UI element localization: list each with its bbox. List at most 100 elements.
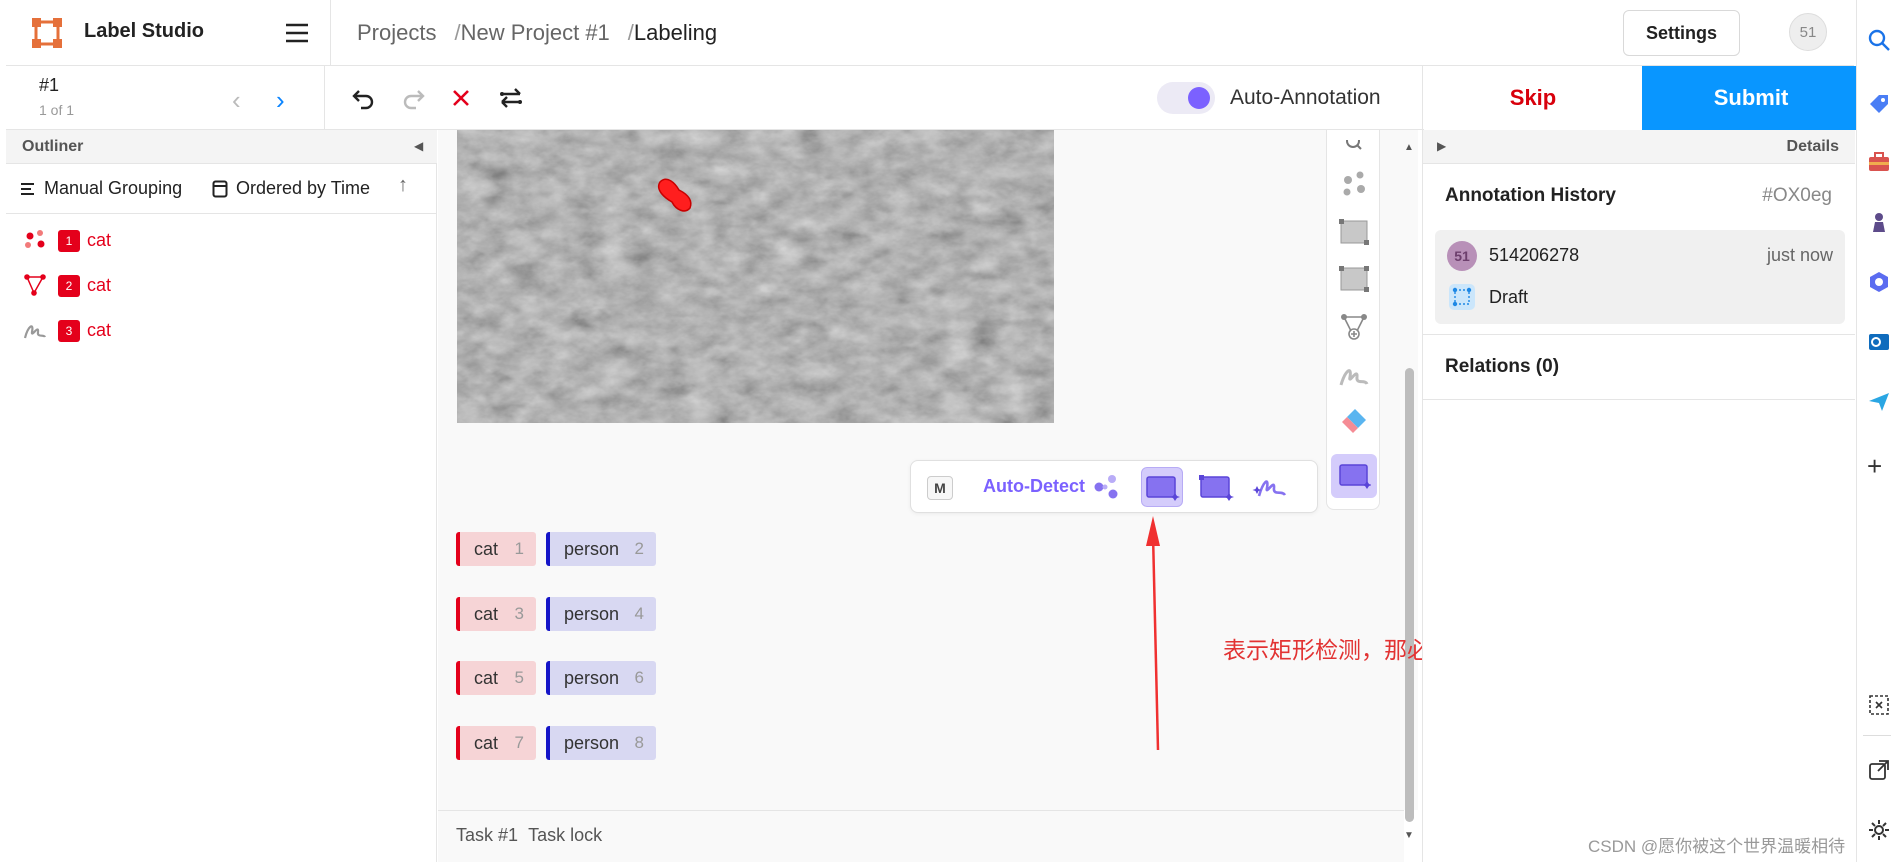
prev-task-icon[interactable]: ‹	[232, 85, 241, 116]
next-task-icon[interactable]: ›	[276, 85, 285, 116]
region-number: 2	[58, 275, 80, 297]
grouping-label: Manual Grouping	[44, 178, 183, 198]
region-item[interactable]: 2 cat	[6, 263, 437, 307]
region-label: cat	[87, 275, 112, 295]
label-chip-person[interactable]: person 4	[546, 597, 656, 631]
region-item[interactable]: 1 cat	[6, 218, 437, 262]
auto-rect-tool-icon[interactable]	[1331, 454, 1377, 498]
label-chip-cat[interactable]: cat 5	[456, 661, 536, 695]
collapse-left-icon[interactable]: ◀	[414, 139, 423, 153]
task-image[interactable]	[457, 130, 1054, 423]
copilot-icon[interactable]	[1867, 270, 1891, 294]
chip-text: person	[564, 603, 620, 624]
polygon-tool-icon[interactable]	[1337, 310, 1371, 344]
tag-icon[interactable]	[1867, 92, 1891, 116]
task-number: Task #1	[456, 825, 519, 845]
top-header: Label Studio Projects/New Project #1/Lab…	[6, 0, 1854, 66]
scroll-up-icon[interactable]: ▲	[1404, 142, 1414, 153]
auto-detect-label: Auto-Detect	[983, 476, 1085, 496]
brush-tool-icon[interactable]	[1337, 358, 1371, 392]
auto-detect-toolbar: M Auto-Detect	[910, 460, 1318, 513]
header-divider	[330, 0, 331, 66]
zoom-icon[interactable]	[1337, 130, 1371, 164]
user-avatar[interactable]: 51	[1789, 13, 1827, 51]
auto-rectangle-icon[interactable]	[1141, 467, 1183, 507]
external-link-icon[interactable]	[1867, 758, 1891, 782]
swap-icon[interactable]	[496, 83, 526, 113]
chip-text: cat	[474, 732, 499, 753]
undo-icon[interactable]	[349, 83, 379, 113]
section-divider	[1423, 399, 1855, 400]
outlook-icon[interactable]	[1867, 330, 1891, 354]
chip-hotkey: 4	[634, 604, 644, 623]
canvas-footer: Task #1 Task lock	[438, 810, 1404, 862]
outliner-panel: Outliner ◀ Manual Grouping Ordered by Ti…	[6, 130, 437, 862]
task-lock: Task lock	[528, 825, 603, 845]
draft-status: Draft	[1489, 287, 1529, 307]
history-user-name: 514206278	[1489, 245, 1580, 265]
label-chip-person[interactable]: person 6	[546, 661, 656, 695]
relations-title[interactable]: Relations (0)	[1445, 356, 1559, 378]
region-item[interactable]: 3 cat	[6, 308, 437, 352]
label-chip-person[interactable]: person 8	[546, 726, 656, 760]
browser-sidebar: +	[1856, 0, 1895, 862]
gear-icon[interactable]	[1867, 818, 1891, 842]
ordering-dropdown[interactable]: Ordered by Time	[212, 178, 370, 199]
auto-rectangle-3point-icon[interactable]	[1195, 467, 1237, 507]
list-icon	[21, 182, 34, 195]
eraser-tool-icon[interactable]	[1337, 404, 1371, 438]
settings-button[interactable]: Settings	[1623, 10, 1740, 56]
label-chip-cat[interactable]: cat 3	[456, 597, 536, 631]
annotation-arrow	[1146, 516, 1160, 751]
hamburger-menu-icon[interactable]	[282, 18, 312, 48]
grouping-dropdown[interactable]: Manual Grouping	[20, 178, 182, 199]
chess-icon[interactable]	[1867, 210, 1891, 234]
chip-hotkey: 7	[514, 733, 524, 752]
auto-keypoint-icon[interactable]	[1086, 467, 1128, 507]
send-icon[interactable]	[1867, 390, 1891, 414]
redo-icon[interactable]	[398, 83, 428, 113]
screenshot-icon[interactable]	[1867, 693, 1891, 717]
toolbar-divider	[1422, 66, 1423, 130]
chip-text: person	[564, 732, 620, 753]
details-title: Details	[1786, 138, 1839, 155]
sidebar-divider	[1863, 735, 1891, 736]
chip-hotkey: 1	[514, 539, 524, 558]
breadcrumb-current: Labeling	[633, 20, 718, 45]
scrollbar-thumb[interactable]	[1405, 368, 1414, 822]
auto-brush-icon[interactable]	[1249, 467, 1291, 507]
label-chip-cat[interactable]: cat 1	[456, 532, 536, 566]
label-studio-logo[interactable]	[32, 18, 62, 48]
breadcrumb-projects[interactable]: Projects	[357, 20, 436, 45]
sort-ascending-icon[interactable]: ↑	[398, 174, 408, 197]
submit-button[interactable]: Submit	[1642, 66, 1860, 130]
region-label: cat	[87, 320, 112, 340]
label-chip-cat[interactable]: cat 7	[456, 726, 536, 760]
keypoint-tool-icon[interactable]	[1337, 167, 1371, 201]
search-icon[interactable]	[1867, 28, 1891, 52]
auto-annotation-toggle[interactable]	[1157, 82, 1215, 114]
annotation-history-title: Annotation History	[1445, 185, 1616, 206]
expand-right-icon[interactable]: ▶	[1437, 139, 1446, 153]
history-user-avatar: 51	[1447, 241, 1477, 271]
chip-hotkey: 3	[514, 604, 524, 623]
chip-text: person	[564, 667, 620, 688]
polygon-icon	[22, 273, 48, 297]
chip-text: cat	[474, 603, 499, 624]
chip-text: cat	[474, 538, 499, 559]
skip-button[interactable]: Skip	[1424, 66, 1642, 130]
add-icon[interactable]: +	[1867, 453, 1891, 479]
label-chip-person[interactable]: person 2	[546, 532, 656, 566]
scroll-down-icon[interactable]: ▼	[1404, 830, 1414, 841]
breadcrumb-project[interactable]: New Project #1	[461, 20, 610, 45]
tool-palette	[1326, 130, 1380, 510]
rectangle-tool-icon[interactable]	[1337, 215, 1371, 249]
annotation-history-item[interactable]: 51 514206278 just now Draft	[1435, 230, 1845, 324]
chip-hotkey: 6	[634, 668, 644, 687]
watermark: CSDN @愿你被这个世界温暖相待	[1588, 837, 1846, 856]
task-footer-label: Task #1 Task lock	[456, 825, 602, 846]
rectangle-3point-tool-icon[interactable]	[1337, 262, 1371, 296]
history-time: just now	[1766, 245, 1833, 265]
reset-close-icon[interactable]	[446, 83, 476, 113]
briefcase-icon[interactable]	[1867, 150, 1891, 174]
